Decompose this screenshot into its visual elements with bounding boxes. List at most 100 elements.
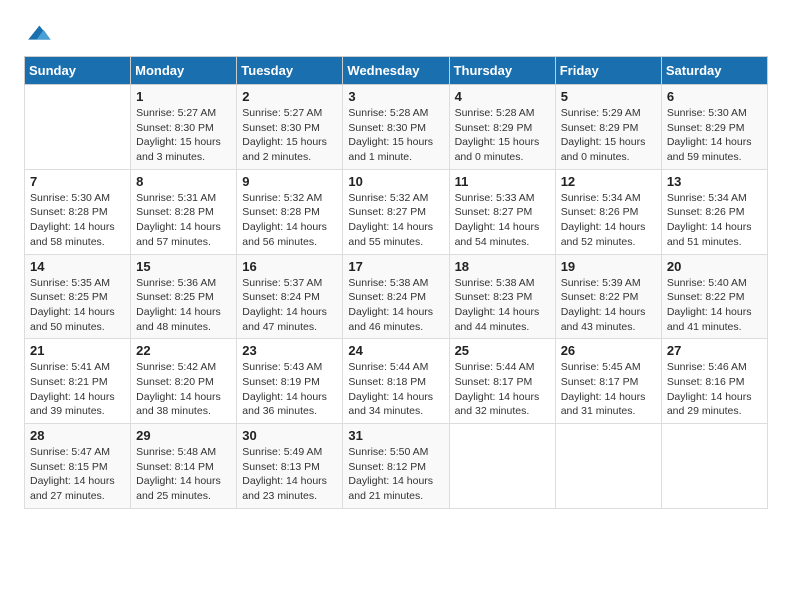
day-cell: 12 Sunrise: 5:34 AMSunset: 8:26 PMDayligh… bbox=[555, 169, 661, 254]
day-number: 8 bbox=[136, 174, 231, 189]
day-number: 30 bbox=[242, 428, 337, 443]
day-number: 28 bbox=[30, 428, 125, 443]
day-number: 27 bbox=[667, 343, 762, 358]
day-info: Sunrise: 5:28 AMSunset: 8:29 PMDaylight:… bbox=[455, 106, 550, 165]
day-info: Sunrise: 5:36 AMSunset: 8:25 PMDaylight:… bbox=[136, 276, 231, 335]
day-cell bbox=[449, 424, 555, 509]
day-info: Sunrise: 5:45 AMSunset: 8:17 PMDaylight:… bbox=[561, 360, 656, 419]
day-cell: 10Sunrise: 5:32 AMSunset: 8:27 PMDayligh… bbox=[343, 169, 449, 254]
day-cell: 15 Sunrise: 5:36 AMSunset: 8:25 PMDayligh… bbox=[131, 254, 237, 339]
day-info: Sunrise: 5:27 AMSunset: 8:30 PMDaylight:… bbox=[136, 106, 231, 165]
day-number: 29 bbox=[136, 428, 231, 443]
day-number: 2 bbox=[242, 89, 337, 104]
day-number: 7 bbox=[30, 174, 125, 189]
day-cell bbox=[555, 424, 661, 509]
day-cell: 20 Sunrise: 5:40 AMSunset: 8:22 PMDayligh… bbox=[661, 254, 767, 339]
day-cell: 26 Sunrise: 5:45 AMSunset: 8:17 PMDayligh… bbox=[555, 339, 661, 424]
day-cell: 8 Sunrise: 5:31 AMSunset: 8:28 PMDaylight… bbox=[131, 169, 237, 254]
day-cell: 5 Sunrise: 5:29 AMSunset: 8:29 PMDaylight… bbox=[555, 85, 661, 170]
day-info: Sunrise: 5:42 AMSunset: 8:20 PMDaylight:… bbox=[136, 360, 231, 419]
day-number: 19 bbox=[561, 259, 656, 274]
day-info: Sunrise: 5:30 AMSunset: 8:28 PMDaylight:… bbox=[30, 191, 125, 250]
day-cell bbox=[661, 424, 767, 509]
day-info: Sunrise: 5:31 AMSunset: 8:28 PMDaylight:… bbox=[136, 191, 231, 250]
day-info: Sunrise: 5:34 AMSunset: 8:26 PMDaylight:… bbox=[561, 191, 656, 250]
day-number: 13 bbox=[667, 174, 762, 189]
day-number: 21 bbox=[30, 343, 125, 358]
day-cell: 29 Sunrise: 5:48 AMSunset: 8:14 PMDayligh… bbox=[131, 424, 237, 509]
day-number: 4 bbox=[455, 89, 550, 104]
day-number: 14 bbox=[30, 259, 125, 274]
day-cell bbox=[25, 85, 131, 170]
day-cell: 18 Sunrise: 5:38 AMSunset: 8:23 PMDayligh… bbox=[449, 254, 555, 339]
day-info: Sunrise: 5:44 AMSunset: 8:17 PMDaylight:… bbox=[455, 360, 550, 419]
day-info: Sunrise: 5:40 AMSunset: 8:22 PMDaylight:… bbox=[667, 276, 762, 335]
week-row-2: 7 Sunrise: 5:30 AMSunset: 8:28 PMDaylight… bbox=[25, 169, 768, 254]
day-number: 5 bbox=[561, 89, 656, 104]
day-number: 11 bbox=[455, 174, 550, 189]
day-cell: 9 Sunrise: 5:32 AMSunset: 8:28 PMDaylight… bbox=[237, 169, 343, 254]
day-cell: 23 Sunrise: 5:43 AMSunset: 8:19 PMDayligh… bbox=[237, 339, 343, 424]
day-cell: 7 Sunrise: 5:30 AMSunset: 8:28 PMDaylight… bbox=[25, 169, 131, 254]
day-info: Sunrise: 5:34 AMSunset: 8:26 PMDaylight:… bbox=[667, 191, 762, 250]
day-cell: 31 Sunrise: 5:50 AMSunset: 8:12 PMDayligh… bbox=[343, 424, 449, 509]
day-cell: 3 Sunrise: 5:28 AMSunset: 8:30 PMDaylight… bbox=[343, 85, 449, 170]
day-number: 26 bbox=[561, 343, 656, 358]
day-info: Sunrise: 5:38 AMSunset: 8:24 PMDaylight:… bbox=[348, 276, 443, 335]
day-cell: 30 Sunrise: 5:49 AMSunset: 8:13 PMDayligh… bbox=[237, 424, 343, 509]
day-info: Sunrise: 5:48 AMSunset: 8:14 PMDaylight:… bbox=[136, 445, 231, 504]
day-number: 31 bbox=[348, 428, 443, 443]
day-number: 16 bbox=[242, 259, 337, 274]
week-row-4: 21 Sunrise: 5:41 AMSunset: 8:21 PMDayligh… bbox=[25, 339, 768, 424]
day-cell: 28 Sunrise: 5:47 AMSunset: 8:15 PMDayligh… bbox=[25, 424, 131, 509]
day-number: 17 bbox=[348, 259, 443, 274]
day-info: Sunrise: 5:32 AMSunset: 8:28 PMDaylight:… bbox=[242, 191, 337, 250]
day-info: Sunrise: 5:43 AMSunset: 8:19 PMDaylight:… bbox=[242, 360, 337, 419]
weekday-header-monday: Monday bbox=[131, 57, 237, 85]
day-info: Sunrise: 5:29 AMSunset: 8:29 PMDaylight:… bbox=[561, 106, 656, 165]
day-number: 24 bbox=[348, 343, 443, 358]
day-number: 15 bbox=[136, 259, 231, 274]
day-info: Sunrise: 5:41 AMSunset: 8:21 PMDaylight:… bbox=[30, 360, 125, 419]
day-info: Sunrise: 5:50 AMSunset: 8:12 PMDaylight:… bbox=[348, 445, 443, 504]
day-number: 9 bbox=[242, 174, 337, 189]
day-cell: 17 Sunrise: 5:38 AMSunset: 8:24 PMDayligh… bbox=[343, 254, 449, 339]
day-info: Sunrise: 5:38 AMSunset: 8:23 PMDaylight:… bbox=[455, 276, 550, 335]
day-number: 20 bbox=[667, 259, 762, 274]
day-number: 22 bbox=[136, 343, 231, 358]
day-cell: 13 Sunrise: 5:34 AMSunset: 8:26 PMDayligh… bbox=[661, 169, 767, 254]
day-info: Sunrise: 5:47 AMSunset: 8:15 PMDaylight:… bbox=[30, 445, 125, 504]
day-cell: 6 Sunrise: 5:30 AMSunset: 8:29 PMDaylight… bbox=[661, 85, 767, 170]
day-cell: 14Sunrise: 5:35 AMSunset: 8:25 PMDayligh… bbox=[25, 254, 131, 339]
day-number: 18 bbox=[455, 259, 550, 274]
calendar-table: SundayMondayTuesdayWednesdayThursdayFrid… bbox=[24, 56, 768, 509]
day-number: 23 bbox=[242, 343, 337, 358]
day-cell: 22 Sunrise: 5:42 AMSunset: 8:20 PMDayligh… bbox=[131, 339, 237, 424]
day-cell: 4 Sunrise: 5:28 AMSunset: 8:29 PMDaylight… bbox=[449, 85, 555, 170]
week-row-3: 14Sunrise: 5:35 AMSunset: 8:25 PMDayligh… bbox=[25, 254, 768, 339]
header bbox=[24, 20, 768, 48]
day-cell: 27Sunrise: 5:46 AMSunset: 8:16 PMDayligh… bbox=[661, 339, 767, 424]
day-info: Sunrise: 5:28 AMSunset: 8:30 PMDaylight:… bbox=[348, 106, 443, 165]
day-info: Sunrise: 5:49 AMSunset: 8:13 PMDaylight:… bbox=[242, 445, 337, 504]
day-cell: 21 Sunrise: 5:41 AMSunset: 8:21 PMDayligh… bbox=[25, 339, 131, 424]
day-number: 3 bbox=[348, 89, 443, 104]
day-info: Sunrise: 5:33 AMSunset: 8:27 PMDaylight:… bbox=[455, 191, 550, 250]
day-info: Sunrise: 5:30 AMSunset: 8:29 PMDaylight:… bbox=[667, 106, 762, 165]
day-cell: 11 Sunrise: 5:33 AMSunset: 8:27 PMDayligh… bbox=[449, 169, 555, 254]
logo-icon bbox=[24, 20, 52, 48]
day-info: Sunrise: 5:44 AMSunset: 8:18 PMDaylight:… bbox=[348, 360, 443, 419]
day-cell: 2Sunrise: 5:27 AMSunset: 8:30 PMDaylight… bbox=[237, 85, 343, 170]
weekday-header-sunday: Sunday bbox=[25, 57, 131, 85]
day-cell: 25Sunrise: 5:44 AMSunset: 8:17 PMDayligh… bbox=[449, 339, 555, 424]
weekday-header-tuesday: Tuesday bbox=[237, 57, 343, 85]
day-number: 1 bbox=[136, 89, 231, 104]
day-cell: 16 Sunrise: 5:37 AMSunset: 8:24 PMDayligh… bbox=[237, 254, 343, 339]
weekday-header-friday: Friday bbox=[555, 57, 661, 85]
day-cell: 19Sunrise: 5:39 AMSunset: 8:22 PMDayligh… bbox=[555, 254, 661, 339]
day-info: Sunrise: 5:37 AMSunset: 8:24 PMDaylight:… bbox=[242, 276, 337, 335]
day-number: 6 bbox=[667, 89, 762, 104]
day-number: 12 bbox=[561, 174, 656, 189]
day-cell: 1 Sunrise: 5:27 AMSunset: 8:30 PMDaylight… bbox=[131, 85, 237, 170]
week-row-1: 1 Sunrise: 5:27 AMSunset: 8:30 PMDaylight… bbox=[25, 85, 768, 170]
